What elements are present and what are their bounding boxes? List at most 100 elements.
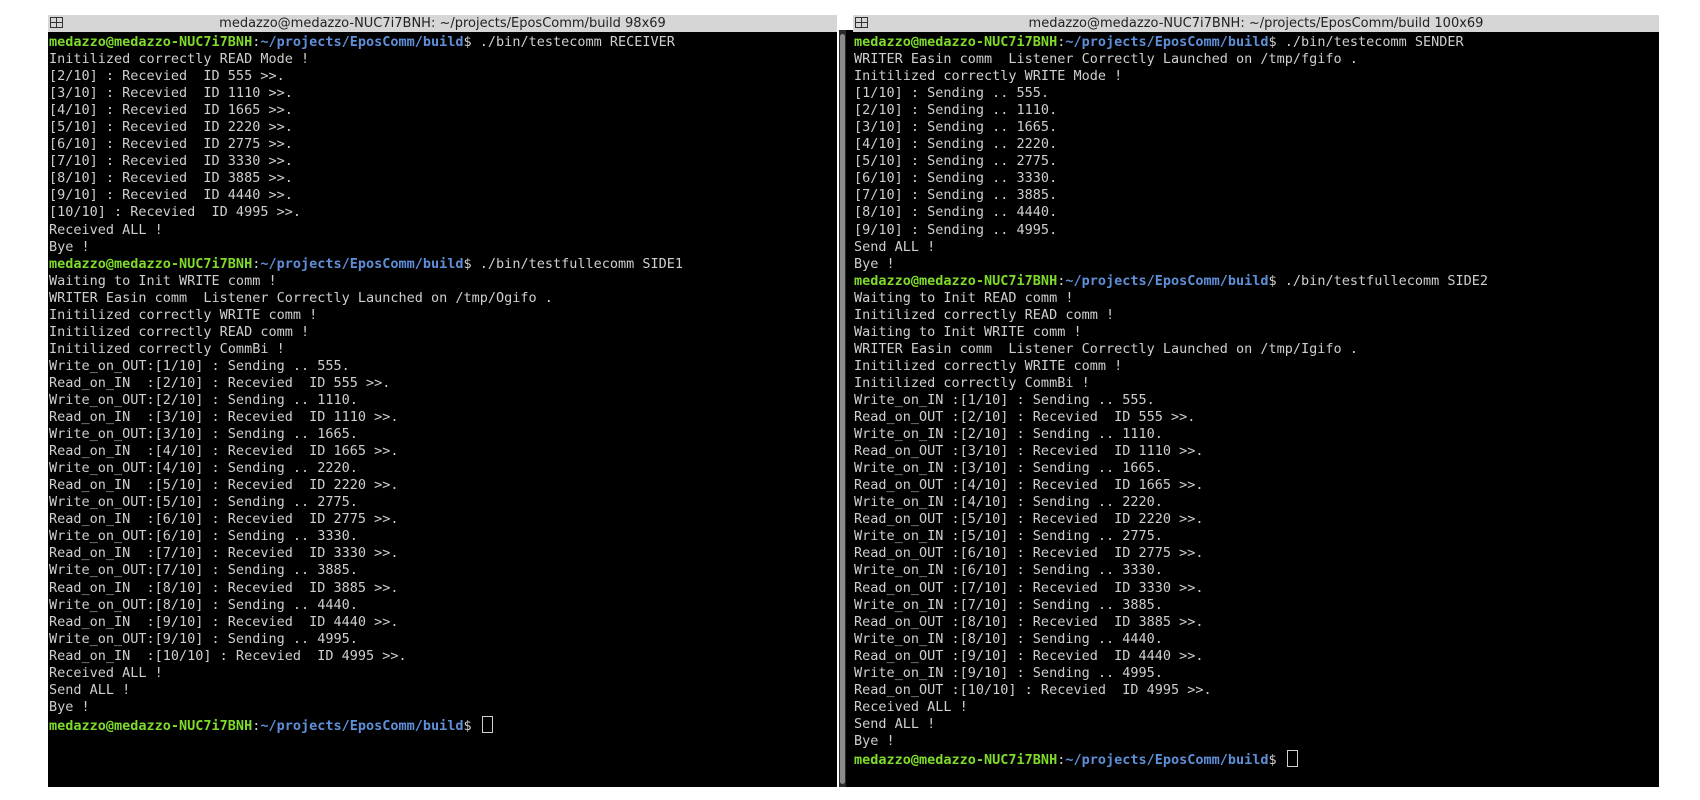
output-line: Write_on_IN :[3/10] : Sending .. 1665. bbox=[854, 460, 1163, 477]
output-line: Send ALL ! bbox=[854, 238, 936, 255]
scrollbar-thumb[interactable] bbox=[840, 34, 845, 784]
output-line: Read_on_IN :[2/10] : Recevied ID 555 >>. bbox=[49, 374, 391, 391]
output-line: [6/10] : Recevied ID 2775 >>. bbox=[49, 136, 293, 153]
output-line: Initilized correctly CommBi ! bbox=[854, 374, 1090, 391]
prompt-line: medazzo@medazzo-NUC7i7BNH:~/projects/Epo… bbox=[854, 749, 1659, 768]
output-line: Received ALL ! bbox=[854, 698, 968, 715]
output-line: Read_on_IN :[8/10] : Recevied ID 3885 >>… bbox=[49, 579, 399, 596]
output-line: Read_on_OUT :[10/10] : Recevied ID 4995 … bbox=[854, 681, 1212, 698]
output-line: Read_on_IN :[3/10] : Recevied ID 1110 >>… bbox=[49, 409, 399, 426]
output-line: Write_on_IN :[9/10] : Sending .. 4995. bbox=[854, 664, 1163, 681]
prompt-user: medazzo@medazzo-NUC7i7BNH bbox=[49, 717, 253, 733]
output-line: [8/10] : Recevied ID 3885 >>. bbox=[49, 170, 293, 187]
output-line: [9/10] : Sending .. 4995. bbox=[854, 221, 1058, 238]
output-line: [10/10] : Recevied ID 4995 >>. bbox=[49, 204, 301, 221]
output-line: Write_on_IN :[1/10] : Sending .. 555. bbox=[854, 391, 1155, 408]
tile-layout-icon[interactable] bbox=[855, 17, 868, 28]
output-line: Send ALL ! bbox=[49, 681, 131, 698]
output-line: [4/10] : Sending .. 2220. bbox=[854, 136, 1058, 153]
output-line: Write_on_IN :[5/10] : Sending .. 2775. bbox=[854, 528, 1163, 545]
output-line: [4/10] : Recevied ID 1665 >>. bbox=[49, 102, 293, 119]
prompt-user: medazzo@medazzo-NUC7i7BNH bbox=[854, 272, 1058, 289]
output-line: Bye ! bbox=[49, 238, 90, 255]
output-line: Write_on_OUT:[4/10] : Sending .. 2220. bbox=[49, 460, 358, 477]
prompt-line: medazzo@medazzo-NUC7i7BNH:~/projects/Epo… bbox=[49, 34, 837, 51]
output-line: Bye ! bbox=[854, 255, 895, 272]
output-line: Initilized correctly WRITE Mode ! bbox=[854, 68, 1123, 85]
output-line: [2/10] : Recevied ID 555 >>. bbox=[49, 68, 285, 85]
terminal-right[interactable]: medazzo@medazzo-NUC7i7BNH: ~/projects/Ep… bbox=[853, 15, 1659, 787]
terminal-cursor[interactable] bbox=[481, 715, 493, 733]
output-line: Waiting to Init READ comm ! bbox=[854, 289, 1074, 306]
output-line: Waiting to Init WRITE comm ! bbox=[49, 272, 277, 289]
output-line: Write_on_IN :[4/10] : Sending .. 2220. bbox=[854, 494, 1163, 511]
prompt-path: ~/projects/EposComm/build bbox=[260, 34, 464, 50]
terminal-left-titlebar[interactable]: medazzo@medazzo-NUC7i7BNH: ~/projects/Ep… bbox=[48, 15, 837, 32]
output-line: Received ALL ! bbox=[49, 664, 163, 681]
output-line: Read_on_OUT :[9/10] : Recevied ID 4440 >… bbox=[854, 647, 1204, 664]
output-line: Write_on_OUT:[2/10] : Sending .. 1110. bbox=[49, 391, 358, 408]
prompt-line: medazzo@medazzo-NUC7i7BNH:~/projects/Epo… bbox=[49, 715, 837, 733]
output-line: [6/10] : Sending .. 3330. bbox=[854, 170, 1058, 187]
output-line: Read_on_IN :[10/10] : Recevied ID 4995 >… bbox=[49, 647, 407, 664]
prompt-user: medazzo@medazzo-NUC7i7BNH bbox=[854, 34, 1058, 50]
output-line: [5/10] : Sending .. 2775. bbox=[854, 153, 1058, 170]
output-line: Write_on_OUT:[5/10] : Sending .. 2775. bbox=[49, 494, 358, 511]
output-line: [7/10] : Recevied ID 3330 >>. bbox=[49, 153, 293, 170]
output-line: Write_on_OUT:[7/10] : Sending .. 3885. bbox=[49, 562, 358, 579]
terminal-left[interactable]: medazzo@medazzo-NUC7i7BNH: ~/projects/Ep… bbox=[48, 15, 837, 787]
terminal-left-title: medazzo@medazzo-NUC7i7BNH: ~/projects/Ep… bbox=[219, 16, 666, 31]
terminal-left-output[interactable]: medazzo@medazzo-NUC7i7BNH:~/projects/Epo… bbox=[48, 32, 837, 733]
terminal-right-titlebar[interactable]: medazzo@medazzo-NUC7i7BNH: ~/projects/Ep… bbox=[853, 15, 1659, 32]
output-line: Read_on_IN :[9/10] : Recevied ID 4440 >>… bbox=[49, 613, 399, 630]
output-line: Send ALL ! bbox=[854, 715, 936, 732]
tile-layout-icon[interactable] bbox=[50, 17, 63, 28]
output-line: Initilized correctly READ Mode ! bbox=[49, 51, 310, 68]
output-line: [5/10] : Recevied ID 2220 >>. bbox=[49, 119, 293, 136]
prompt-path: ~/projects/EposComm/build bbox=[1065, 34, 1269, 50]
terminal-right-output[interactable]: medazzo@medazzo-NUC7i7BNH:~/projects/Epo… bbox=[853, 32, 1659, 767]
output-line: [2/10] : Sending .. 1110. bbox=[854, 102, 1058, 119]
prompt-path: ~/projects/EposComm/build bbox=[1065, 272, 1269, 289]
output-line: WRITER Easin comm Listener Correctly Lau… bbox=[854, 340, 1358, 357]
pane-gap bbox=[846, 30, 853, 787]
prompt-path: ~/projects/EposComm/build bbox=[1065, 751, 1269, 768]
output-line: Write_on_IN :[7/10] : Sending .. 3885. bbox=[854, 596, 1163, 613]
prompt-user: medazzo@medazzo-NUC7i7BNH bbox=[854, 751, 1058, 768]
output-line: Initilized correctly READ comm ! bbox=[49, 323, 310, 340]
output-line: Read_on_OUT :[4/10] : Recevied ID 1665 >… bbox=[854, 477, 1204, 494]
output-line: Initilized correctly READ comm ! bbox=[854, 306, 1115, 323]
output-line: Write_on_IN :[6/10] : Sending .. 3330. bbox=[854, 562, 1163, 579]
output-line: Write_on_OUT:[8/10] : Sending .. 4440. bbox=[49, 596, 358, 613]
output-line: Bye ! bbox=[854, 732, 895, 749]
prompt-user: medazzo@medazzo-NUC7i7BNH bbox=[49, 34, 253, 50]
output-line: Initilized correctly CommBi ! bbox=[49, 340, 285, 357]
output-line: [8/10] : Sending .. 4440. bbox=[854, 204, 1058, 221]
output-line: Write_on_OUT:[3/10] : Sending .. 1665. bbox=[49, 426, 358, 443]
output-line: WRITER Easin comm Listener Correctly Lau… bbox=[49, 289, 553, 306]
output-line: Read_on_OUT :[2/10] : Recevied ID 555 >>… bbox=[854, 409, 1196, 426]
output-line: Read_on_IN :[5/10] : Recevied ID 2220 >>… bbox=[49, 477, 399, 494]
terminal-cursor[interactable] bbox=[1286, 749, 1298, 767]
output-line: Initilized correctly WRITE comm ! bbox=[854, 357, 1123, 374]
output-line: Read_on_OUT :[3/10] : Recevied ID 1110 >… bbox=[854, 443, 1204, 460]
prompt-command: $ ./bin/testecomm SENDER bbox=[1268, 34, 1464, 50]
output-line: Read_on_IN :[6/10] : Recevied ID 2775 >>… bbox=[49, 511, 399, 528]
terminal-right-title: medazzo@medazzo-NUC7i7BNH: ~/projects/Ep… bbox=[1028, 16, 1484, 31]
prompt-line: medazzo@medazzo-NUC7i7BNH:~/projects/Epo… bbox=[854, 34, 1659, 51]
prompt-command: $ bbox=[1268, 751, 1285, 768]
prompt-command: $ bbox=[463, 717, 480, 733]
prompt-line: medazzo@medazzo-NUC7i7BNH:~/projects/Epo… bbox=[49, 256, 837, 273]
prompt-line: medazzo@medazzo-NUC7i7BNH:~/projects/Epo… bbox=[854, 273, 1659, 290]
output-line: [7/10] : Sending .. 3885. bbox=[854, 187, 1058, 204]
output-line: [3/10] : Sending .. 1665. bbox=[854, 119, 1058, 136]
output-line: Read_on_OUT :[6/10] : Recevied ID 2775 >… bbox=[854, 545, 1204, 562]
output-line: Read_on_IN :[4/10] : Recevied ID 1665 >>… bbox=[49, 443, 399, 460]
output-line: Write_on_OUT:[9/10] : Sending .. 4995. bbox=[49, 630, 358, 647]
output-line: Write_on_OUT:[1/10] : Sending .. 555. bbox=[49, 357, 350, 374]
output-line: Read_on_OUT :[8/10] : Recevied ID 3885 >… bbox=[854, 613, 1204, 630]
output-line: [1/10] : Sending .. 555. bbox=[854, 85, 1050, 102]
prompt-command: $ ./bin/testfullecomm SIDE1 bbox=[463, 255, 683, 272]
prompt-path: ~/projects/EposComm/build bbox=[260, 255, 464, 272]
output-line: Write_on_IN :[2/10] : Sending .. 1110. bbox=[854, 426, 1163, 443]
